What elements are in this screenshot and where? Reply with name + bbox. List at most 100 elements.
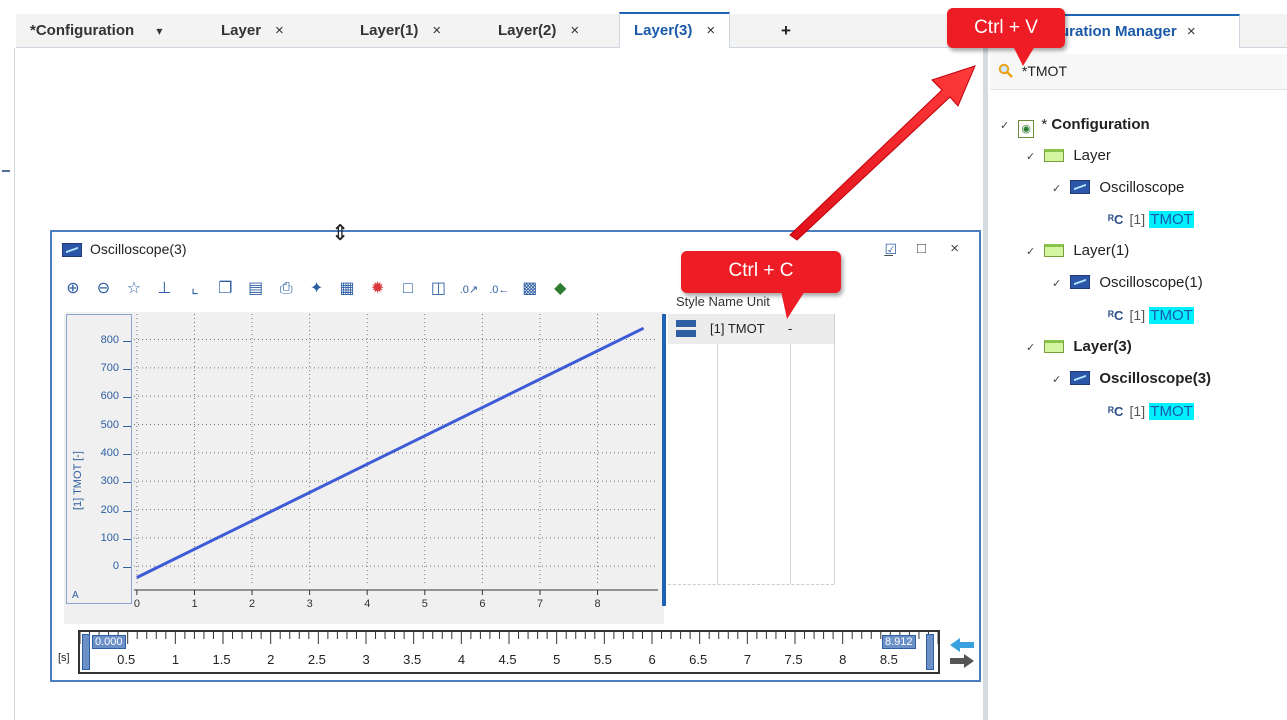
tree-node-layer[interactable]: ✓ Layer: [1026, 141, 1111, 171]
close-icon[interactable]: ×: [275, 22, 284, 39]
grid-icon[interactable]: ▩: [517, 278, 543, 298]
tree-node-configuration[interactable]: ✓ ◉ * Configuration: [1000, 110, 1150, 140]
y-axis-icon[interactable]: ⊥: [151, 278, 177, 298]
y-tick-label: 500: [100, 418, 119, 431]
x-tick-label: 8: [594, 598, 601, 610]
chevron-down-icon[interactable]: ✓: [1052, 269, 1066, 299]
autoscale-icon[interactable]: ☆: [121, 278, 147, 298]
tree-node-label: Oscilloscope: [1099, 179, 1185, 196]
y-tick-mark: [123, 340, 131, 342]
tab-label: Layer(2): [498, 22, 557, 39]
legend-bottom-border: [668, 584, 834, 585]
tree-node-signal[interactable]: ᴿC [1] TMOT: [1108, 396, 1194, 426]
decimal-less-icon[interactable]: .0←: [486, 284, 512, 296]
decimal-more-icon[interactable]: .0↗: [456, 283, 482, 296]
y-tick-mark: [123, 482, 131, 484]
scroll-arrows-icon[interactable]: [948, 636, 976, 670]
close-icon[interactable]: ×: [1187, 23, 1196, 40]
tab-layer-2[interactable]: Layer(2) ×: [498, 14, 579, 48]
tab-layer-1[interactable]: Layer(1) ×: [360, 14, 441, 48]
tree-node-label: Layer(1): [1073, 242, 1130, 259]
tree-node-label: Oscilloscope(1): [1099, 274, 1203, 291]
chevron-down-icon[interactable]: ✓: [1052, 365, 1066, 395]
y-tick-mark: [123, 567, 131, 569]
x-tick-label: 0: [133, 598, 140, 610]
print-icon[interactable]: ⎙: [273, 280, 299, 298]
series-line-tmot[interactable]: [136, 326, 645, 579]
window-controls[interactable]: _ □ ×: [885, 232, 970, 266]
oscilloscope-icon: [1070, 275, 1091, 289]
add-tab-button[interactable]: +: [781, 14, 791, 48]
tab-layer[interactable]: Layer ×: [221, 14, 284, 48]
y-tick-mark: [123, 397, 131, 399]
y-tick-mark: [123, 538, 131, 540]
chevron-down-icon[interactable]: ✓: [1000, 111, 1014, 141]
y-tick-mark: [123, 453, 131, 455]
oscilloscope-icon: [1070, 371, 1091, 385]
tree-node-signal[interactable]: ᴿC [1] TMOT: [1108, 300, 1194, 330]
chevron-down-icon[interactable]: ✓: [1026, 333, 1040, 363]
tree-node-layer-3[interactable]: ✓ Layer(3): [1026, 332, 1132, 362]
time-tick-label: 3.5: [403, 652, 422, 667]
tab-menu-icon[interactable]: ▾: [156, 24, 162, 38]
save-icon[interactable]: ▤: [243, 278, 269, 298]
plot-canvas[interactable]: [134, 314, 658, 606]
close-icon[interactable]: ×: [570, 22, 579, 39]
legend-divider: [790, 314, 791, 584]
signal-name: TMOT: [1149, 211, 1194, 228]
tree-node-label: Configuration: [1051, 116, 1150, 133]
time-tick-label: 6: [648, 652, 656, 667]
tab-layer-3[interactable]: Layer(3) ×: [619, 12, 731, 48]
tree-node-signal[interactable]: ᴿC [1] TMOT: [1108, 204, 1194, 234]
frame-icon[interactable]: □: [395, 280, 421, 298]
cursor-icon[interactable]: ✦: [304, 278, 330, 298]
legend-row[interactable]: [1] TMOT -: [668, 314, 834, 344]
range-start-value: 0.000: [92, 635, 126, 649]
plot-area[interactable]: [1] TMOT [-] A 0 100 200 300 400 500 600 700 800…: [64, 312, 664, 624]
chart-icon[interactable]: ◫: [425, 278, 451, 298]
y-tick-mark: [123, 425, 131, 427]
callout-label: Ctrl + C: [728, 260, 794, 281]
signal-icon: ᴿC: [1108, 404, 1124, 419]
time-range-slider[interactable]: [s] 0.5 1 1.5 2 2.5 3 3.5 4 4.5 5 5.5 6 6.5 7 7.5 8 8.5 …: [56, 630, 976, 674]
zoom-in-icon[interactable]: ⊕: [60, 278, 86, 298]
callout-pointer: [1013, 46, 1035, 66]
layer-folder-icon: [1044, 149, 1065, 162]
layout-icon[interactable]: ▦: [334, 278, 360, 298]
close-icon[interactable]: ×: [432, 22, 441, 39]
tree-node-oscilloscope-3[interactable]: ✓ Oscilloscope(3): [1052, 364, 1211, 394]
y-tick-label: 200: [100, 503, 119, 516]
app-window: *Configuration ▾ Layer × Layer(1) × Layer(…: [0, 0, 1287, 720]
y-axis[interactable]: [1] TMOT [-] A 0 100 200 300 400 500 600 700 800: [66, 314, 132, 604]
close-icon[interactable]: ×: [706, 22, 715, 39]
signal-index: [1]: [1129, 211, 1146, 227]
tab-configuration[interactable]: *Configuration ▾: [30, 14, 162, 48]
panel-splitter[interactable]: [983, 14, 988, 720]
time-tick-label: 5.5: [593, 652, 612, 667]
oscilloscope-toolbar: ⊕ ⊖ ☆ ⊥ ⌞ ❐ ▤ ⎙ ✦ ▦ ✹ □ ◫ .0↗ .0← ▩ ◆: [60, 278, 573, 304]
ctrl-c-callout: Ctrl + C: [681, 251, 841, 319]
range-end-handle[interactable]: [926, 634, 934, 670]
zoom-out-icon[interactable]: ⊖: [90, 278, 116, 298]
copy-icon[interactable]: ❐: [212, 278, 238, 298]
y-axis-title: [1] TMOT [-]: [72, 451, 84, 510]
tree-node-oscilloscope[interactable]: ✓ Oscilloscope: [1052, 173, 1184, 203]
legend-accent-bar: [662, 314, 666, 606]
tree-node-oscilloscope-1[interactable]: ✓ Oscilloscope(1): [1052, 268, 1203, 298]
chevron-down-icon[interactable]: ✓: [1026, 142, 1040, 172]
chevron-down-icon[interactable]: ✓: [1052, 174, 1066, 204]
layers-icon[interactable]: ◆: [547, 278, 573, 298]
x-axis-icon[interactable]: ⌞: [182, 278, 208, 298]
time-tick-label: 5: [553, 652, 561, 667]
x-tick-label: 7: [536, 598, 544, 610]
time-track[interactable]: 0.5 1 1.5 2 2.5 3 3.5 4 4.5 5 5.5 6 6.5 7 7.5 8 8.5 0.00…: [78, 630, 940, 674]
oscilloscope-window[interactable]: Oscilloscope(3) ☑ _ □ × ⊕ ⊖ ☆ ⊥ ⌞ ❐ ▤ ⎙ …: [50, 230, 981, 682]
left-splitter-marker[interactable]: [2, 170, 10, 172]
tree-node-layer-1[interactable]: ✓ Layer(1): [1026, 236, 1129, 266]
settings-icon[interactable]: ✹: [365, 278, 391, 298]
range-start-handle[interactable]: [82, 634, 90, 670]
chevron-down-icon[interactable]: ✓: [1026, 237, 1040, 267]
legend-header: Style Name Unit: [676, 294, 770, 309]
time-tick-label: 2: [267, 652, 275, 667]
time-unit: [s]: [58, 652, 70, 664]
